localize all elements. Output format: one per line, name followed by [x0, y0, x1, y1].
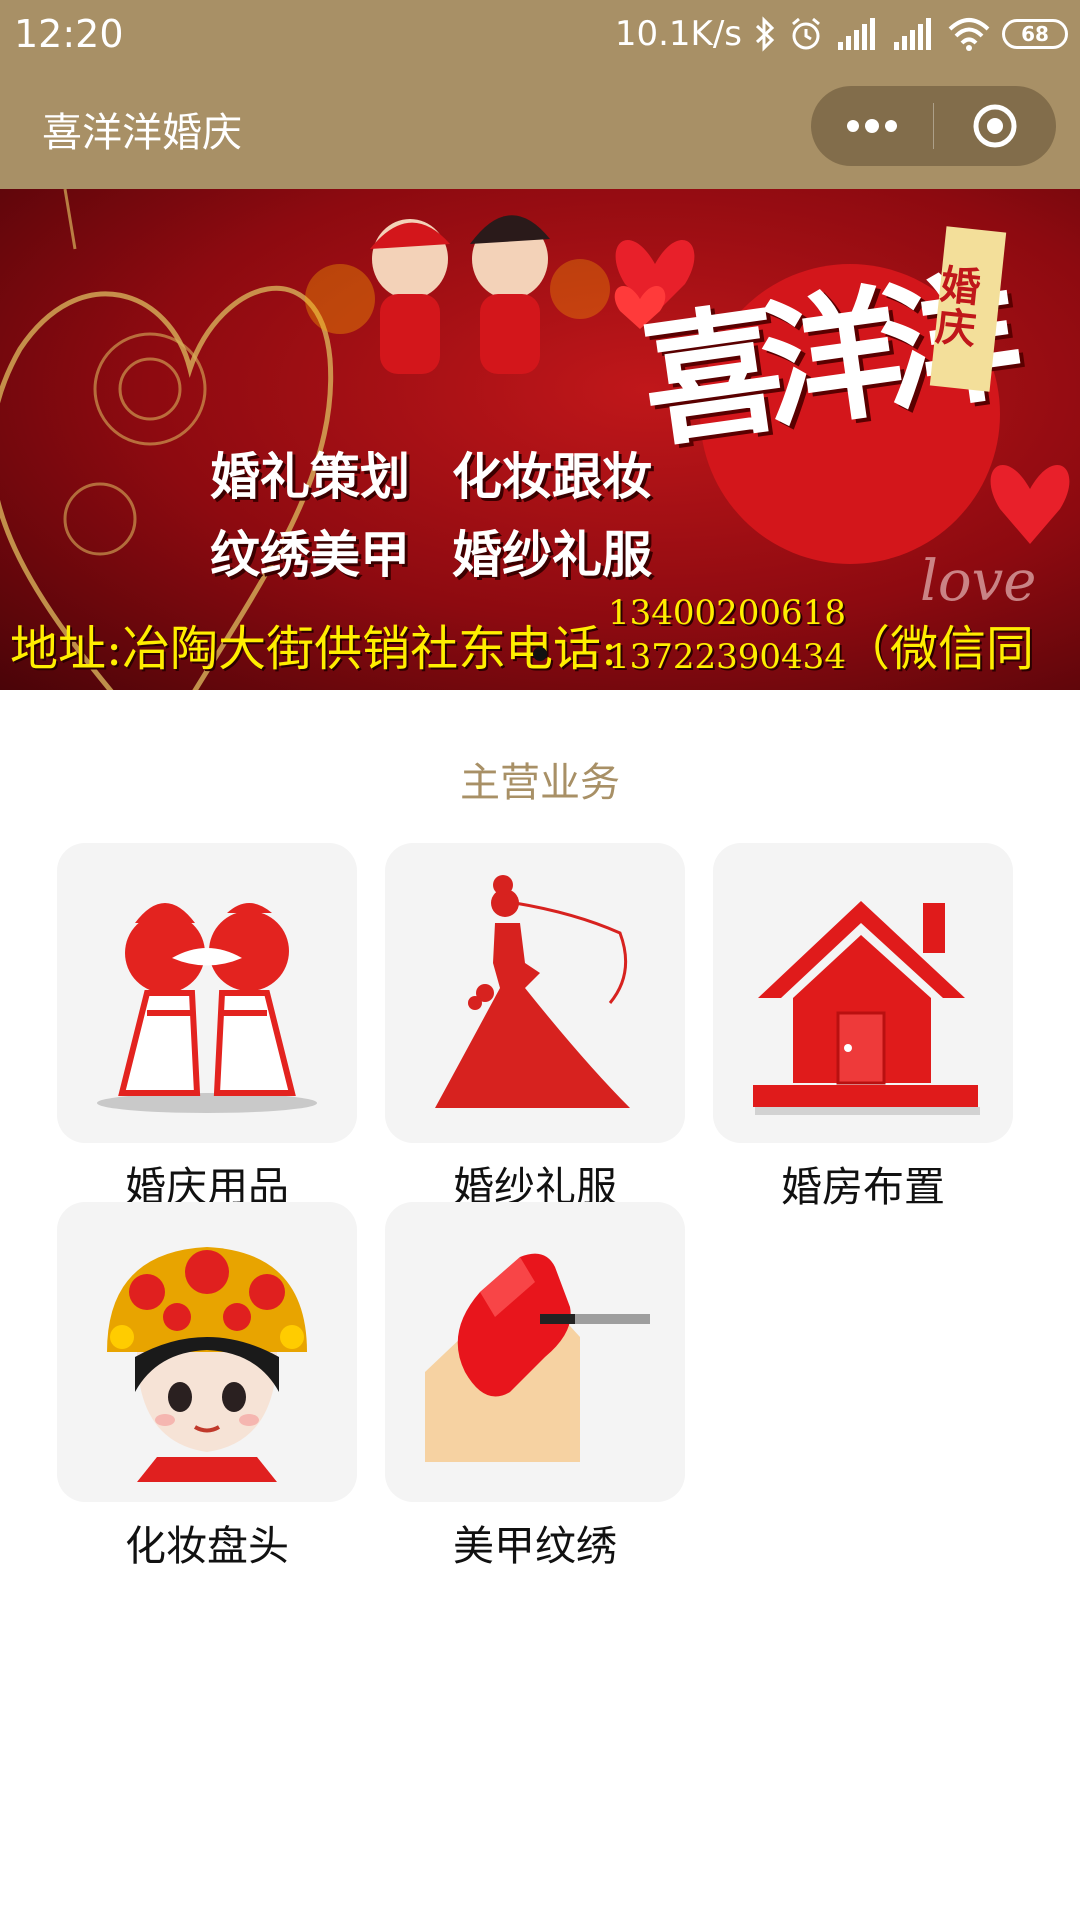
status-bar: 12:20 10.1K/s 68	[0, 0, 1080, 68]
status-time: 12:20	[14, 12, 124, 56]
carousel-indicator-dot[interactable]	[533, 647, 547, 661]
target-circle-icon	[973, 104, 1017, 148]
header: 12:20 10.1K/s 68 喜洋洋婚庆	[0, 0, 1080, 189]
service-card-bridal-room[interactable]: 婚房布置	[713, 843, 1013, 1213]
more-button[interactable]	[811, 86, 933, 166]
service-label: 美甲纹绣	[453, 1522, 617, 1570]
section-title: 主营业务	[460, 760, 620, 806]
banner-carousel[interactable]: 喜洋洋 婚庆 婚礼策划 化妆跟妆 纹绣美甲 婚纱礼服 love 地址:冶陶大街供…	[0, 189, 1080, 690]
service-card-makeup-hairstyle[interactable]: 化妆盘头	[57, 1202, 357, 1572]
wifi-icon	[948, 17, 990, 51]
bluetooth-icon	[754, 16, 776, 52]
status-icons: 10.1K/s 68	[615, 12, 1068, 56]
banner-slogan-3: 纹绣美甲	[210, 526, 410, 584]
banner-love-script: love	[920, 549, 1037, 614]
service-card-wedding-dress[interactable]: 婚纱礼服	[385, 843, 685, 1213]
signal-icon	[836, 18, 880, 50]
service-label: 化妆盘头	[125, 1522, 289, 1570]
house-icon	[753, 901, 980, 1115]
banner-address: 地址:冶陶大街供销社东	[10, 621, 507, 677]
service-icon-box	[57, 1202, 357, 1502]
network-speed: 10.1K/s	[614, 14, 742, 54]
service-icon-box	[57, 843, 357, 1143]
banner-slogan-2: 化妆跟妆	[452, 448, 652, 506]
service-card-nail-embroidery[interactable]: 美甲纹绣	[385, 1202, 685, 1572]
close-miniprogram-button[interactable]	[934, 86, 1056, 166]
service-card-wedding-supplies[interactable]: 婚庆用品	[57, 843, 357, 1213]
banner-wechat-note: （微信同号）	[842, 621, 1035, 677]
battery-icon: 68	[1002, 19, 1068, 49]
bride-headdress-icon	[107, 1247, 307, 1482]
capsule-menu	[811, 86, 1056, 166]
banner-slogan-1: 婚礼策划	[210, 448, 410, 506]
banner-slogan-4: 婚纱礼服	[452, 526, 652, 584]
nail-polish-icon	[425, 1253, 650, 1462]
banner-phone-1: 13400200618	[608, 593, 846, 633]
banner-phone-2: 13722390434	[608, 637, 846, 677]
service-icon-box	[385, 1202, 685, 1502]
banner-phone-label: 电话:	[505, 621, 618, 677]
more-dots-icon	[846, 119, 897, 133]
signal-icon-2	[892, 18, 936, 50]
service-icon-box	[713, 843, 1013, 1143]
bride-dress-icon	[435, 875, 630, 1108]
service-label: 婚房布置	[781, 1163, 945, 1211]
page-title: 喜洋洋婚庆	[42, 110, 242, 156]
service-icon-box	[385, 843, 685, 1143]
kissing-couple-icon	[97, 903, 317, 1113]
alarm-icon	[788, 16, 824, 52]
